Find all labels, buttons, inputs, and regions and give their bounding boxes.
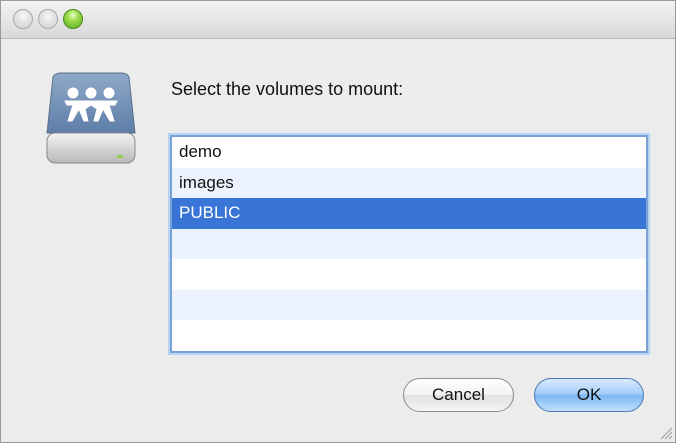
mount-volumes-window: Select the volumes to mount: demo images… bbox=[0, 0, 676, 443]
mount-prompt-label: Select the volumes to mount: bbox=[171, 79, 404, 99]
resize-grip-icon[interactable] bbox=[659, 426, 673, 440]
title-bar[interactable] bbox=[1, 1, 675, 39]
empty-row bbox=[172, 289, 646, 320]
volume-list[interactable]: demo images PUBLIC bbox=[170, 135, 648, 353]
close-icon[interactable] bbox=[13, 9, 33, 29]
empty-row bbox=[172, 228, 646, 259]
ok-button[interactable]: OK bbox=[534, 378, 644, 412]
empty-row bbox=[172, 259, 646, 290]
volume-item-images[interactable]: images bbox=[172, 167, 646, 198]
empty-row bbox=[172, 320, 646, 351]
volume-item-public[interactable]: PUBLIC bbox=[172, 198, 646, 229]
volume-item-demo[interactable]: demo bbox=[172, 137, 646, 168]
minimize-icon[interactable] bbox=[38, 9, 58, 29]
zoom-icon[interactable] bbox=[63, 9, 83, 29]
network-volume-icon bbox=[46, 72, 136, 164]
cancel-button[interactable]: Cancel bbox=[403, 378, 514, 412]
